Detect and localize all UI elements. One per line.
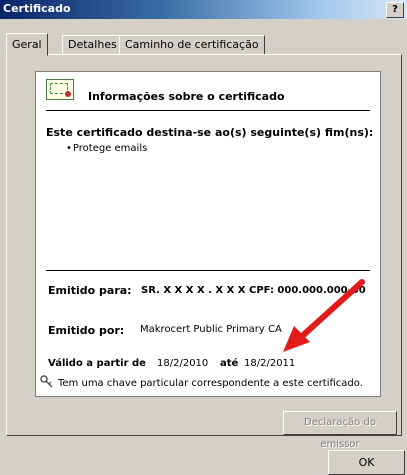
window-title: Certificado [3, 2, 71, 15]
issued-by-value: Makrocert Public Primary CA [140, 324, 282, 335]
tab-geral[interactable]: Geral [6, 33, 48, 56]
valid-from-label: Válido a partir de [48, 358, 146, 369]
certificate-info-box: Informações sobre o certificado Este cer… [35, 71, 381, 397]
certificate-icon [46, 79, 74, 100]
purpose-item: Protege emails [66, 143, 147, 154]
issued-by-label: Emitido por: [48, 324, 125, 337]
certificate-info-title: Informações sobre o certificado [88, 90, 285, 103]
purposes-heading: Este certificado destina-se ao(s) seguin… [46, 126, 374, 139]
title-bar: Certificado ? [0, 0, 407, 19]
tab-panel-geral: Informações sobre o certificado Este cer… [6, 54, 402, 450]
header-divider [46, 110, 370, 111]
key-icon [40, 375, 53, 388]
issued-to-value: SR. X X X X . X X X CPF: 000.000.000-00 [141, 285, 366, 296]
issued-to-label: Emitido para: [48, 284, 132, 297]
tab-detalhes[interactable]: Detalhes [62, 35, 123, 55]
valid-to-label: até [220, 358, 239, 369]
private-key-note: Tem uma chave particular correspondente … [58, 378, 363, 389]
help-button[interactable]: ? [386, 2, 404, 18]
issuer-statement-button[interactable]: Declaração do emissor [283, 411, 397, 450]
valid-from-value: 18/2/2010 [157, 358, 209, 369]
tab-caminho-certificacao[interactable]: Caminho de certificação [119, 35, 265, 55]
details-divider [46, 270, 370, 271]
valid-to-value: 18/2/2011 [244, 358, 296, 369]
ok-button[interactable]: OK [328, 450, 405, 475]
